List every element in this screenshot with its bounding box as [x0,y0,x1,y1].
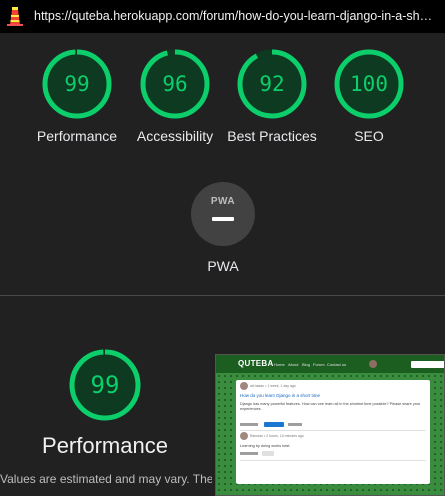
gauge-label: SEO [354,128,384,144]
gauge-label: Accessibility [136,128,214,144]
reply-body: Learning by doing works best. [240,444,291,448]
search-input [411,361,444,368]
performance-gauge: 99 [69,349,141,421]
address-bar[interactable]: https://quteba.herokuapp.com/forum/how-d… [0,0,445,33]
performance-title: Performance [42,433,168,458]
performance-score: 99 [90,371,120,399]
vote-control [240,423,258,426]
question-title: How do you learn Django in a short time [240,393,321,398]
author-avatar [240,382,248,390]
pwa-label: PWA [207,258,239,274]
card-divider [240,460,426,461]
section-divider [0,295,445,296]
comment-button [264,422,284,427]
estimate-note: Values are estimated and may vary. The [0,472,212,486]
share-control [288,423,302,426]
gauge-performance[interactable]: 99 [42,49,112,119]
gauge-label: Performance [36,128,118,144]
reply-vote [240,452,258,455]
gauge-score: 92 [259,72,285,96]
user-avatar [369,360,377,368]
nav-link: Forum [313,362,325,367]
reply-meta: Ramzan • 2 hours, 14 minutes ago [250,434,304,438]
site-navbar: QUTEBA Home About Blog Forum Contact us [216,355,444,373]
site-brand: QUTEBA [238,359,274,368]
final-screenshot[interactable]: QUTEBA Home About Blog Forum Contact us … [215,354,445,496]
gauge-score: 99 [64,72,90,96]
note-continuation [66,489,212,496]
reply-avatar [240,432,248,440]
lighthouse-icon [7,7,23,26]
question-body: Django has many powerful features. How c… [240,402,421,411]
pwa-badge[interactable]: PWA [191,182,255,246]
nav-link: Home [274,362,285,367]
card-divider [240,430,426,431]
gauge-score: 96 [162,72,188,96]
question-card: ali-hasan • 1 week, 1 day ago How do you… [236,380,430,484]
gauge-label: Best Practices [227,128,317,144]
gauge-score: 100 [350,72,388,96]
url-text: https://quteba.herokuapp.com/forum/how-d… [34,9,433,23]
dash-icon [212,217,234,221]
reply-chip [262,451,274,456]
gauge-seo[interactable]: 100 [334,49,404,119]
gauge-accessibility[interactable]: 96 [140,49,210,119]
question-meta: ali-hasan • 1 week, 1 day ago [250,384,296,388]
nav-link: Blog [302,362,311,367]
nav-link: Contact us [327,362,347,367]
nav-link: About [288,362,299,367]
pwa-badge-text: PWA [210,196,236,207]
gauge-best-practices[interactable]: 92 [237,49,307,119]
